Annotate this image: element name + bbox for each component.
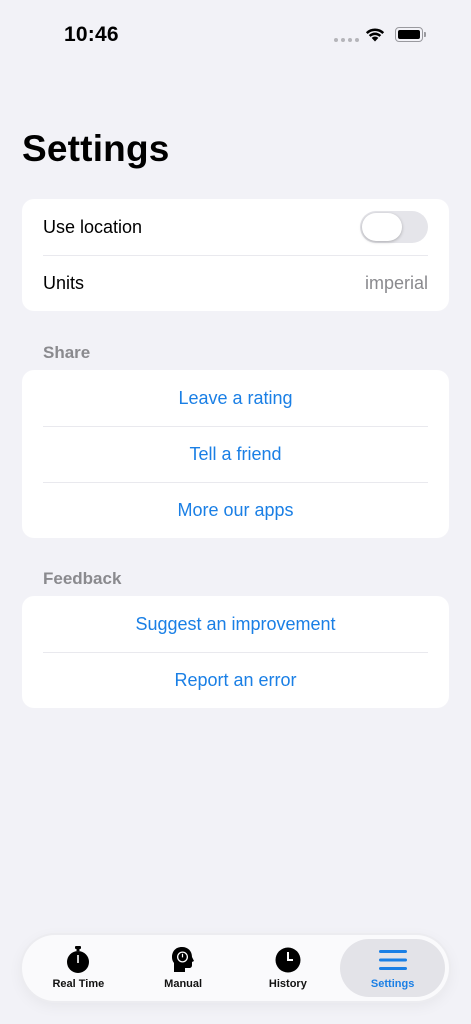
use-location-row: Use location (22, 199, 449, 255)
page-title: Settings (22, 128, 170, 169)
share-card: Leave a rating Tell a friend More our ap… (22, 370, 449, 538)
wifi-icon (365, 28, 385, 42)
tab-manual[interactable]: Manual (131, 939, 236, 997)
units-value: imperial (364, 272, 428, 293)
status-time: 10:46 (64, 23, 119, 46)
tab-label: History (268, 978, 307, 990)
units-row[interactable]: Units imperial (22, 255, 449, 311)
general-settings-card: Use location Units imperial (22, 199, 449, 311)
leave-rating-button[interactable]: Leave a rating (22, 370, 449, 426)
tab-settings[interactable]: Settings (340, 939, 445, 997)
cellular-signal-icon (334, 38, 359, 42)
more-apps-button[interactable]: More our apps (22, 482, 449, 538)
feedback-section-header: Feedback (43, 569, 122, 588)
menu-lines-icon (378, 946, 408, 974)
feedback-card: Suggest an improvement Report an error (22, 596, 449, 708)
tab-real-time[interactable]: Real Time (26, 939, 131, 997)
head-stopwatch-icon (168, 946, 198, 974)
status-bar: 10:46 (0, 0, 471, 70)
toggle-knob (362, 213, 402, 241)
use-location-toggle[interactable] (360, 211, 428, 243)
use-location-label: Use location (43, 216, 143, 237)
tab-label: Real Time (52, 978, 105, 990)
stopwatch-icon (63, 946, 93, 974)
tab-history[interactable]: History (236, 939, 341, 997)
tab-label: Settings (370, 978, 415, 990)
tell-friend-button[interactable]: Tell a friend (22, 426, 449, 482)
share-section-header: Share (43, 343, 91, 362)
battery-icon (395, 27, 427, 42)
report-error-button[interactable]: Report an error (22, 652, 449, 708)
units-label: Units (43, 272, 85, 293)
tab-label: Manual (164, 978, 203, 990)
clock-icon (273, 946, 303, 974)
tab-bar: Real Time Manual History Settings (22, 935, 449, 1001)
suggest-improvement-button[interactable]: Suggest an improvement (22, 596, 449, 652)
